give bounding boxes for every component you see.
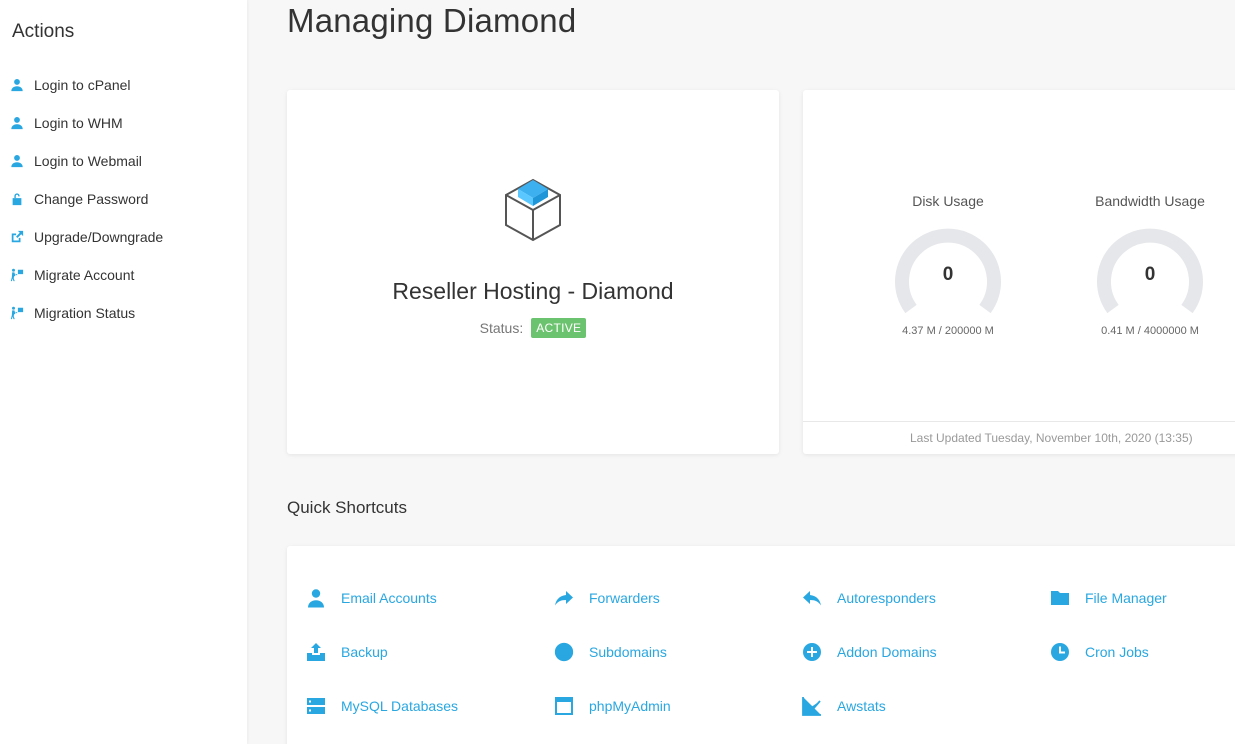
sidebar-item-login-whm[interactable]: Login to WHM bbox=[10, 112, 123, 134]
sidebar-item-label: Login to Webmail bbox=[34, 153, 142, 169]
sidebar-item-label: Login to WHM bbox=[34, 115, 123, 131]
sidebar-item-label: Migration Status bbox=[34, 305, 136, 321]
quick-shortcuts-title: Quick Shortcuts bbox=[287, 498, 407, 517]
page-title: Managing Diamond bbox=[287, 2, 577, 39]
shortcut-cron-jobs[interactable]: Cron Jobs bbox=[1049, 641, 1149, 663]
shortcut-autoresponders[interactable]: Autoresponders bbox=[801, 587, 936, 609]
migrate-icon bbox=[10, 268, 24, 282]
server-icon bbox=[305, 695, 327, 717]
shortcut-phpmyadmin[interactable]: phpMyAdmin bbox=[553, 695, 671, 717]
bandwidth-usage-detail: 0.41 M / 4000000 M bbox=[1101, 325, 1199, 337]
cube-icon bbox=[505, 178, 561, 242]
disk-usage-value: 0 bbox=[942, 264, 954, 285]
user-icon bbox=[305, 587, 327, 609]
user-icon bbox=[10, 78, 24, 92]
product-name: Reseller Hosting - Diamond bbox=[392, 278, 674, 304]
status-badge: ACTIVE bbox=[531, 318, 587, 338]
external-link-icon bbox=[10, 230, 24, 244]
status-row: Status: ACTIVE bbox=[287, 318, 779, 338]
shortcut-awstats[interactable]: Awstats bbox=[801, 695, 886, 717]
product-card: Reseller Hosting - Diamond Status: ACTIV… bbox=[287, 90, 779, 454]
sidebar-title: Actions bbox=[12, 21, 75, 42]
clock-icon bbox=[1049, 641, 1071, 663]
shortcut-mysql-databases[interactable]: MySQL Databases bbox=[305, 695, 458, 717]
sidebar-item-login-webmail[interactable]: Login to Webmail bbox=[10, 150, 142, 172]
migrate-icon bbox=[10, 306, 24, 320]
sidebar-item-label: Change Password bbox=[34, 191, 149, 207]
shortcut-addon-domains[interactable]: Addon Domains bbox=[801, 641, 937, 663]
shortcut-forwarders[interactable]: Forwarders bbox=[553, 587, 660, 609]
bandwidth-usage-label: Bandwidth Usage bbox=[1095, 193, 1205, 209]
bandwidth-usage-gauge: Bandwidth Usage 0 0.41 M / 4000000 M bbox=[1080, 193, 1220, 337]
usage-card: Disk Usage 0 4.37 M / 200000 M Bandwidth… bbox=[803, 90, 1235, 454]
upload-icon bbox=[305, 641, 327, 663]
reply-icon bbox=[801, 587, 823, 609]
disk-usage-detail: 4.37 M / 200000 M bbox=[902, 325, 994, 337]
last-updated: Last Updated Tuesday, November 10th, 202… bbox=[803, 421, 1235, 454]
sidebar-item-migration-status[interactable]: Migration Status bbox=[10, 302, 135, 324]
user-icon bbox=[10, 154, 24, 168]
actions-sidebar: Actions Login to cPanel Login to WHM Log… bbox=[0, 0, 247, 744]
disk-usage-gauge: Disk Usage 0 4.37 M / 200000 M bbox=[878, 193, 1018, 337]
quick-shortcuts-panel: Email Accounts Forwarders Autoresponders… bbox=[287, 546, 1235, 744]
sidebar-item-label: Migrate Account bbox=[34, 267, 135, 283]
folder-icon bbox=[1049, 587, 1071, 609]
user-icon bbox=[10, 116, 24, 130]
sidebar-item-migrate-account[interactable]: Migrate Account bbox=[10, 264, 134, 286]
shortcut-subdomains[interactable]: Subdomains bbox=[553, 641, 667, 663]
sidebar-item-login-cpanel[interactable]: Login to cPanel bbox=[10, 74, 131, 96]
plus-circle-icon bbox=[801, 641, 823, 663]
unlock-icon bbox=[10, 192, 24, 206]
sidebar-item-label: Upgrade/Downgrade bbox=[34, 229, 164, 245]
sidebar-item-upgrade-downgrade[interactable]: Upgrade/Downgrade bbox=[10, 226, 163, 248]
status-label: Status: bbox=[479, 320, 524, 336]
shortcut-email-accounts[interactable]: Email Accounts bbox=[305, 587, 437, 609]
line-chart-icon bbox=[801, 695, 823, 717]
disk-usage-label: Disk Usage bbox=[912, 193, 984, 209]
shortcut-file-manager[interactable]: File Manager bbox=[1049, 587, 1167, 609]
sidebar-item-label: Login to cPanel bbox=[34, 77, 131, 93]
bandwidth-usage-value: 0 bbox=[1144, 264, 1156, 285]
globe-icon bbox=[553, 641, 575, 663]
forward-arrow-icon bbox=[553, 587, 575, 609]
window-icon bbox=[553, 695, 575, 717]
sidebar-item-change-password[interactable]: Change Password bbox=[10, 188, 148, 210]
shortcut-backup[interactable]: Backup bbox=[305, 641, 388, 663]
